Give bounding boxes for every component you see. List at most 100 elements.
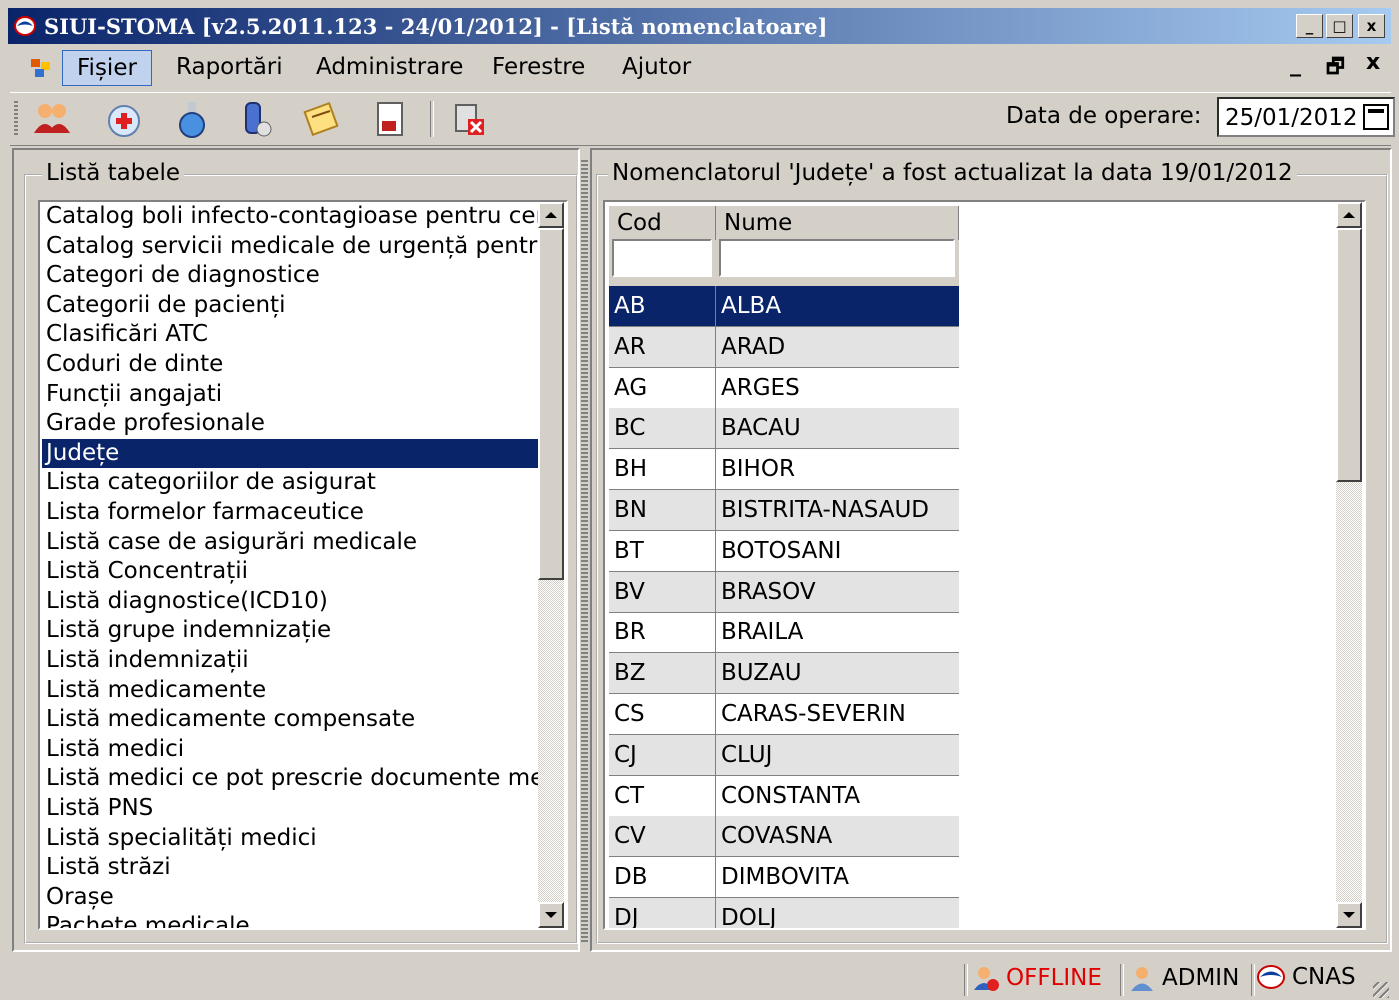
app-logo-icon (14, 16, 36, 36)
mdi-restore-icon[interactable]: 🗗 (1326, 52, 1345, 86)
table-list-item[interactable]: Lista categoriilor de asigurat (42, 468, 538, 497)
resize-grip[interactable] (1373, 982, 1389, 998)
table-row[interactable]: BH BIHOR (609, 449, 959, 491)
cell-nume: BACAU (721, 415, 801, 442)
operation-date-value: 25/01/2012 (1225, 105, 1358, 131)
delete-icon[interactable] (448, 99, 488, 139)
grid-scrollbar[interactable] (1336, 202, 1362, 928)
table-list-item[interactable]: Listă specialități medici (42, 824, 538, 853)
minimize-button[interactable]: _ (1296, 14, 1323, 38)
table-row[interactable]: BT BOTOSANI (609, 530, 959, 572)
menu-administrare[interactable]: Administrare (302, 50, 477, 84)
cell-cod: CV (609, 816, 716, 857)
column-header-cod[interactable]: Cod (609, 206, 716, 240)
table-list-item[interactable]: Județe (42, 438, 538, 468)
menu-raportari[interactable]: Raportări (162, 50, 297, 84)
table-list-item[interactable]: Grade profesionale (42, 409, 538, 438)
tables-list[interactable]: Catalog boli infecto-contagioase pentru … (38, 200, 568, 930)
table-list-item[interactable]: Listă indemnizații (42, 646, 538, 675)
table-list-item[interactable]: Listă grupe indemnizație (42, 616, 538, 645)
window-menu-icon[interactable] (30, 58, 52, 78)
report-icon[interactable] (370, 99, 410, 139)
table-row[interactable]: AB ALBA (609, 286, 959, 327)
title-bar: SIUI-STOMA [v2.5.2011.123 - 24/01/2012] … (8, 8, 1391, 44)
table-list-item[interactable]: Listă medici ce pot prescrie documente m… (42, 764, 538, 793)
operation-date-label: Data de operare: (1006, 103, 1202, 129)
users-icon[interactable] (32, 99, 72, 139)
table-list-item[interactable]: Pachete medicale (42, 912, 538, 928)
tables-list-scrollbar[interactable] (538, 202, 564, 928)
cell-cod: CS (609, 694, 716, 734)
cell-nume: BUZAU (721, 660, 802, 687)
table-list-item[interactable]: Clasificări ATC (42, 320, 538, 349)
filter-nume-input[interactable] (719, 239, 955, 277)
table-list-item[interactable]: Categorii de pacienți (42, 291, 538, 320)
menu-ferestre[interactable]: Ferestre (478, 50, 599, 84)
table-list-item[interactable]: Listă Concentrații (42, 557, 538, 586)
menu-ajutor[interactable]: Ajutor (608, 50, 705, 84)
cell-cod: AB (609, 286, 716, 326)
table-row[interactable]: DB DIMBOVITA (609, 857, 959, 899)
table-list-item[interactable]: Listă medici (42, 735, 538, 764)
table-list-item[interactable]: Catalog boli infecto-contagioase pentru … (42, 202, 538, 231)
table-row[interactable]: CV COVASNA (609, 816, 959, 858)
table-row[interactable]: BC BACAU (609, 408, 959, 450)
mdi-minimize-icon[interactable]: _ (1290, 52, 1301, 77)
column-header-nume[interactable]: Nume (716, 206, 959, 240)
user-status-text: ADMIN (1162, 965, 1240, 991)
toolbar-grip[interactable] (14, 101, 18, 137)
grid-scroll-down-button[interactable] (1336, 902, 1362, 928)
table-list-item[interactable]: Funcții angajati (42, 380, 538, 409)
filter-cod-input[interactable] (612, 239, 712, 277)
table-row[interactable]: AG ARGES (609, 367, 959, 409)
mdi-close-icon[interactable]: x (1366, 50, 1380, 75)
table-list-item[interactable]: Listă diagnostice(ICD10) (42, 587, 538, 616)
arrow-up-icon (1343, 212, 1355, 218)
nomenclature-grid[interactable]: Cod Nume AB ALBA AR ARAD AG ARGES BC BACAU BH BIH… (603, 200, 1366, 930)
scroll-up-button[interactable] (538, 202, 564, 228)
table-row[interactable]: CT CONSTANTA (609, 775, 959, 817)
table-list-item[interactable]: Listă case de asigurări medicale (42, 528, 538, 557)
calendar-icon[interactable] (1363, 104, 1389, 130)
table-row[interactable]: BV BRASOV (609, 571, 959, 613)
table-row[interactable]: CS CARAS-SEVERIN (609, 694, 959, 735)
cell-nume: DOLJ (721, 905, 777, 930)
flask-icon[interactable] (172, 99, 212, 139)
table-list-item[interactable]: Listă medicamente (42, 676, 538, 705)
close-button[interactable]: x (1358, 14, 1385, 38)
maximize-icon: □ (1332, 17, 1347, 35)
notes-icon[interactable] (302, 99, 342, 139)
cell-nume: ARAD (721, 333, 786, 360)
table-list-item[interactable]: Listă medicamente compensate (42, 705, 538, 734)
table-list-item[interactable]: Orașe (42, 883, 538, 912)
cell-cod: CT (609, 775, 716, 816)
menu-fisier[interactable]: Fișier (62, 50, 152, 86)
toolbar-separator (430, 101, 434, 137)
scroll-thumb[interactable] (538, 228, 564, 580)
table-list-item[interactable]: Categori de diagnostice (42, 261, 538, 290)
table-list-item[interactable]: Coduri de dinte (42, 350, 538, 379)
scroll-down-button[interactable] (538, 902, 564, 928)
pane-splitter[interactable] (581, 160, 588, 942)
table-row[interactable]: DJ DOLJ (609, 898, 959, 930)
table-row[interactable]: BN BISTRITA-NASAUD (609, 490, 959, 531)
table-list-item[interactable]: Catalog servicii medicale de urgență pen… (42, 232, 538, 261)
table-row[interactable]: AR ARAD (609, 326, 959, 368)
table-row[interactable]: BR BRAILA (609, 612, 959, 654)
grid-scroll-up-button[interactable] (1336, 202, 1362, 228)
cell-nume: DIMBOVITA (721, 864, 849, 891)
table-list-item[interactable]: Listă PNS (42, 794, 538, 823)
menu-bar: Fișier Raportări Administrare Ferestre A… (8, 46, 1391, 88)
table-row[interactable]: BZ BUZAU (609, 653, 959, 695)
table-row[interactable]: CJ CLUJ (609, 734, 959, 776)
operation-date-field[interactable]: 25/01/2012 (1217, 97, 1395, 137)
cell-nume: CLUJ (721, 741, 773, 768)
user-icon (1131, 967, 1153, 991)
lab-test-icon[interactable] (236, 99, 276, 139)
table-list-item[interactable]: Listă străzi (42, 853, 538, 882)
grid-scroll-thumb[interactable] (1336, 228, 1362, 482)
minimize-icon: _ (1305, 17, 1314, 35)
table-list-item[interactable]: Lista formelor farmaceutice (42, 498, 538, 527)
medical-kit-icon[interactable] (104, 99, 144, 139)
maximize-button[interactable]: □ (1326, 14, 1353, 38)
